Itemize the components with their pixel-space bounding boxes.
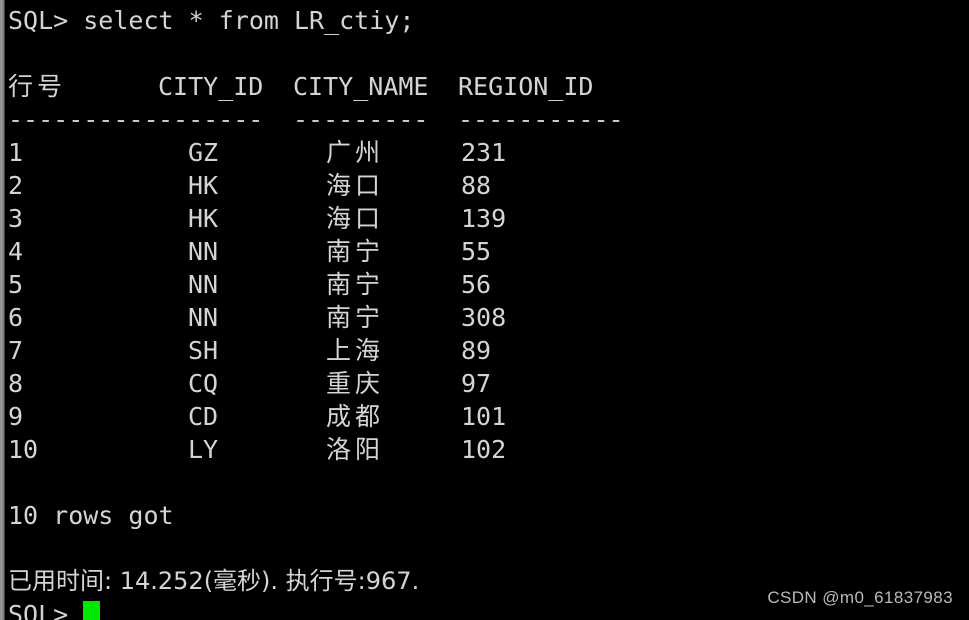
cell-city-name: 海口 [326,171,385,200]
text-cursor [83,601,101,620]
table-row: 8 CQ 重庆 97 [8,367,969,400]
cell-city-id: CQ [188,369,219,398]
cell-city-name: 海口 [326,204,385,233]
cell-city-name: 洛阳 [326,435,385,464]
header-row-no: 行号 [8,72,67,101]
cell-city-name: 成都 [326,402,385,431]
cell-city-id: HK [188,204,219,233]
header-region-id: REGION_ID [458,72,594,101]
cell-region-id: 97 [461,369,492,398]
row-count-message: 10 rows got [8,501,174,530]
cell-region-id: 102 [461,435,507,464]
cell-city-name: 南宁 [326,303,385,332]
cell-row-no: 5 [8,270,24,299]
table-row: 5 NN 南宁 56 [8,268,969,301]
cell-region-id: 55 [461,237,492,266]
table-row: 1 GZ 广州 231 [8,136,969,169]
cell-row-no: 10 [8,435,39,464]
cell-city-name: 南宁 [326,270,385,299]
separator-region-id: ----------- [458,105,624,134]
result-header-row: 行号 CITY_ID CITY_NAME REGION_ID [8,70,969,103]
cell-row-no: 8 [8,369,24,398]
cell-row-no: 9 [8,402,24,431]
command-line: SQL> select * from LR_ctiy; [8,6,415,35]
cell-city-id: NN [188,237,219,266]
prompt-text: SQL> [8,600,84,620]
table-row: 2 HK 海口 88 [8,169,969,202]
table-row: 4 NN 南宁 55 [8,235,969,268]
cell-city-id: HK [188,171,219,200]
watermark-text: CSDN @m0_61837983 [767,588,953,607]
table-row: 6 NN 南宁 308 [8,301,969,334]
separator-city-id: ------- [158,105,264,134]
cell-row-no: 3 [8,204,24,233]
cell-region-id: 88 [461,171,492,200]
table-row: 10 LY 洛阳 102 [8,433,969,466]
cell-region-id: 56 [461,270,492,299]
terminal-screen[interactable]: SQL> select * from LR_ctiy; 行号 CITY_ID C… [5,0,969,620]
cell-city-id: LY [188,435,219,464]
result-rows: 1 GZ 广州 231 2 HK 海口 88 3 HK 海口 139 4 NN 南宁 55 5 NN 南宁 56 6 NN… [8,136,969,466]
cell-row-no: 4 [8,237,24,266]
cell-row-no: 1 [8,138,24,167]
terminal-window[interactable]: SQL> select * from LR_ctiy; 行号 CITY_ID C… [0,0,969,620]
cell-city-id: NN [188,270,219,299]
cell-region-id: 231 [461,138,507,167]
cell-region-id: 139 [461,204,507,233]
cell-city-name: 上海 [326,336,385,365]
cell-city-id: CD [188,402,219,431]
cell-region-id: 101 [461,402,507,431]
separator-row-no: ---------- [8,105,159,134]
cell-city-id: NN [188,303,219,332]
header-city-id: CITY_ID [158,72,264,101]
cell-row-no: 7 [8,336,24,365]
table-row: 3 HK 海口 139 [8,202,969,235]
header-separator-row: ---------- ------- --------- ----------- [8,103,969,136]
cell-city-name: 广州 [326,138,385,167]
cell-city-id: SH [188,336,219,365]
cell-region-id: 308 [461,303,507,332]
cell-city-id: GZ [188,138,219,167]
cell-city-name: 重庆 [326,369,385,398]
cell-row-no: 6 [8,303,24,332]
table-row: 9 CD 成都 101 [8,400,969,433]
cell-row-no: 2 [8,171,24,200]
cell-city-name: 南宁 [326,237,385,266]
separator-city-name: --------- [293,105,429,134]
cell-region-id: 89 [461,336,492,365]
table-row: 7 SH 上海 89 [8,334,969,367]
header-city-name: CITY_NAME [293,72,429,101]
